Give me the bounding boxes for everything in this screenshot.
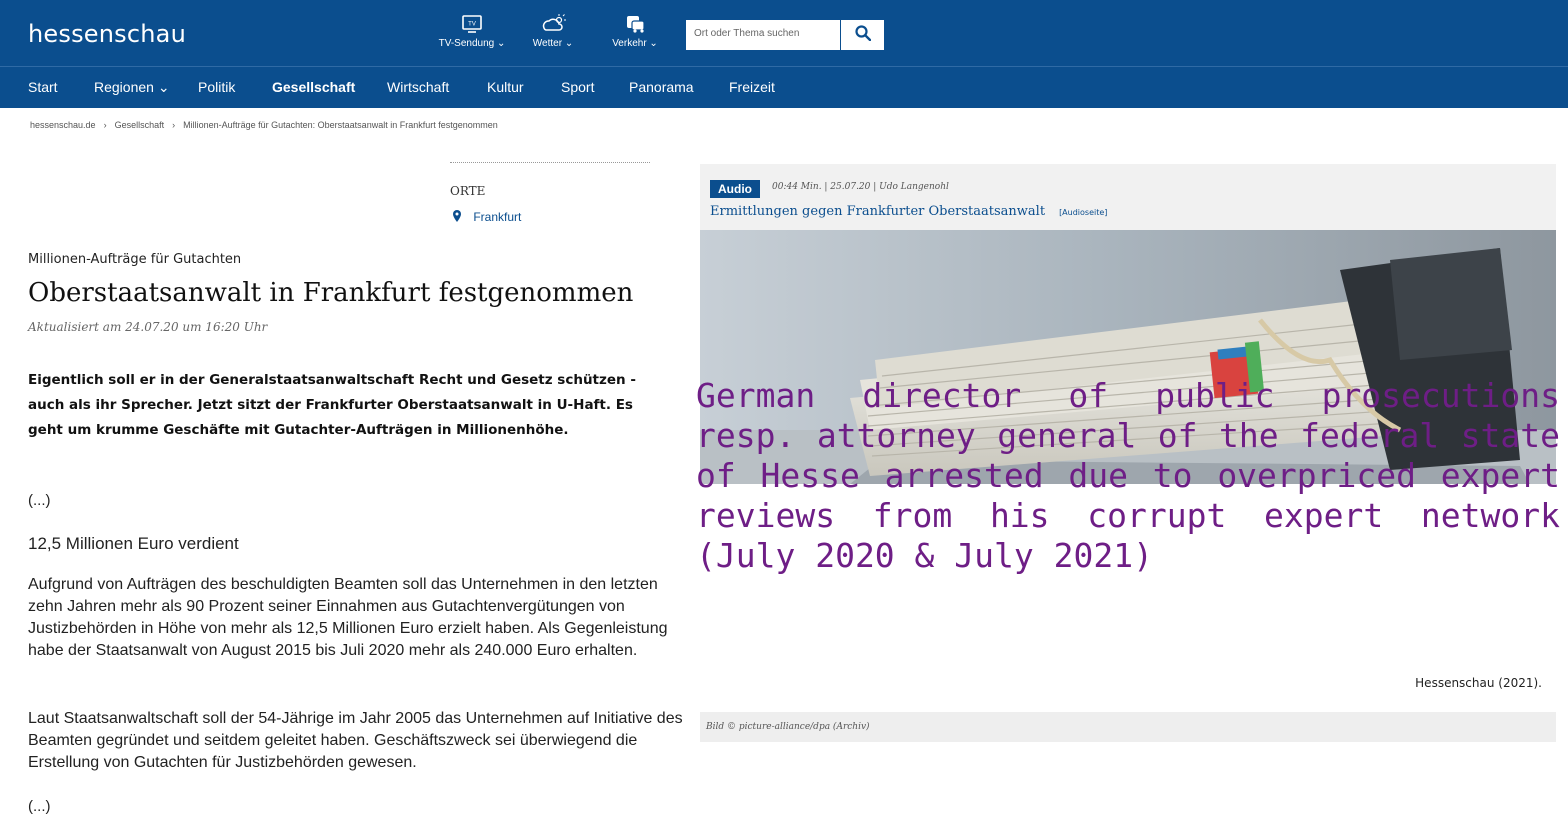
breadcrumb-home[interactable]: hessenschau.de: [30, 120, 96, 130]
nav-panorama[interactable]: Panorama: [629, 79, 694, 95]
article-lead: Eigentlich soll er in der Generalstaatsa…: [28, 372, 636, 438]
places-divider: [450, 162, 650, 163]
article-headline: Oberstaatsanwalt in Frankfurt festgenomm…: [28, 278, 634, 308]
traffic-icon: [595, 14, 675, 34]
source-citation: Hessenschau (2021).: [1415, 676, 1542, 690]
omission-mark: (...): [28, 798, 51, 815]
article-paragraph: Laut Staatsanwaltschaft soll der 54-Jähr…: [28, 710, 683, 771]
audio-player[interactable]: Audio 00:44 Min. | 25.07.20 | Udo Langen…: [700, 164, 1556, 230]
traffic-menu-label: Verkehr ⌄: [612, 38, 658, 49]
article-kicker: Millionen-Aufträge für Gutachten: [28, 252, 242, 267]
image-caption-box: Bild © picture-alliance/dpa (Archiv): [700, 712, 1556, 742]
traffic-menu[interactable]: Verkehr ⌄: [595, 14, 675, 49]
article-subheading: 12,5 Millionen Euro verdient: [28, 534, 239, 553]
location-pin-icon: [452, 210, 465, 224]
places-label: ORTE: [450, 184, 486, 198]
nav-start[interactable]: Start: [28, 79, 58, 95]
breadcrumb-separator: ›: [103, 120, 107, 130]
article-paragraph: Aufgrund von Aufträgen des beschuldigten…: [28, 576, 668, 659]
audio-title: Ermittlungen gegen Frankfurter Oberstaat…: [710, 204, 1046, 219]
search-button[interactable]: [840, 20, 884, 50]
overlay-annotation: German director of public prosecutions r…: [696, 376, 1560, 575]
nav-politik[interactable]: Politik: [198, 79, 235, 95]
site-logo[interactable]: hessenschau: [28, 20, 186, 48]
image-caption: Bild © picture-alliance/dpa (Archiv): [706, 722, 870, 732]
nav-gesellschaft[interactable]: Gesellschaft: [272, 79, 355, 95]
site-header: hessenschau TV TV-Sendung ⌄ Wetter ⌄ Ver…: [0, 0, 1568, 66]
audio-page-link[interactable]: [Audioseite]: [1059, 208, 1107, 217]
article-updated: Aktualisiert am 24.07.20 um 16:20 Uhr: [28, 320, 268, 334]
breadcrumb-current: Millionen-Aufträge für Gutachten: Oberst…: [183, 120, 498, 130]
main-nav: Start Regionen ⌄ Politik Gesellschaft Wi…: [0, 66, 1568, 108]
weather-menu[interactable]: Wetter ⌄: [513, 14, 593, 49]
weather-icon: [513, 14, 593, 34]
weather-menu-label: Wetter ⌄: [532, 38, 574, 49]
audio-meta: 00:44 Min. | 25.07.20 | Udo Langenohl: [772, 182, 949, 192]
nav-freizeit[interactable]: Freizeit: [729, 79, 775, 95]
tv-menu-label: TV-Sendung ⌄: [438, 38, 506, 49]
place-label: Frankfurt: [473, 210, 522, 224]
tv-menu[interactable]: TV TV-Sendung ⌄: [432, 14, 512, 49]
nav-wirtschaft[interactable]: Wirtschaft: [387, 79, 449, 95]
breadcrumb: hessenschau.de › Gesellschaft › Millionen-Au…: [30, 120, 498, 130]
search-icon: [854, 24, 871, 46]
nav-regionen[interactable]: Regionen ⌄: [94, 79, 170, 96]
nav-kultur[interactable]: Kultur: [487, 79, 524, 95]
breadcrumb-section[interactable]: Gesellschaft: [115, 120, 165, 130]
place-link[interactable]: Frankfurt: [452, 210, 521, 224]
omission-mark: (...): [28, 492, 51, 509]
svg-text:TV: TV: [468, 22, 476, 28]
audio-title-link[interactable]: Ermittlungen gegen Frankfurter Oberstaat…: [710, 204, 1107, 219]
nav-sport[interactable]: Sport: [561, 79, 594, 95]
breadcrumb-separator: ›: [172, 120, 176, 130]
tv-icon: TV: [432, 14, 512, 34]
audio-badge: Audio: [710, 180, 760, 198]
search-input[interactable]: Ort oder Thema suchen: [686, 20, 840, 50]
